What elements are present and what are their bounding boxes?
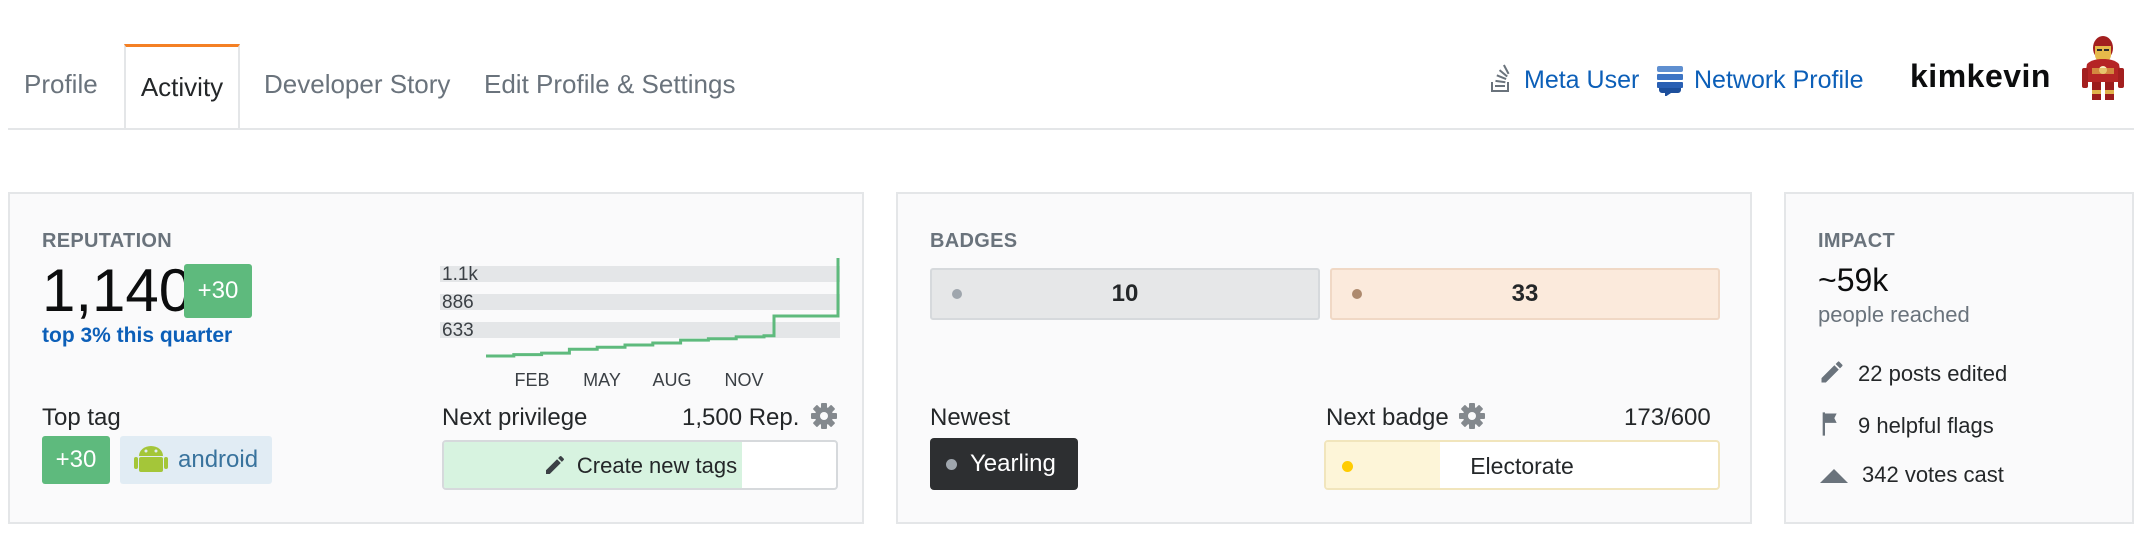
next-privilege-progress[interactable]: Create new tags xyxy=(442,440,838,490)
next-badge-progress-text: 173/600 xyxy=(1624,404,1711,431)
flag-icon xyxy=(1822,412,1837,436)
chart-grid-band xyxy=(440,322,840,338)
username: kimkevin xyxy=(1910,58,2051,94)
impact-stat-posts-edited: 22 posts edited xyxy=(1818,358,2007,387)
next-privilege-requirement: 1,500 Rep. xyxy=(682,404,800,431)
top-tag-label: Top tag xyxy=(42,404,121,431)
chart-x-tick-label: MAY xyxy=(583,370,621,390)
gear-icon[interactable] xyxy=(1458,402,1486,435)
chart-x-tick-label: AUG xyxy=(652,370,691,390)
top-tag-chip[interactable]: android xyxy=(120,436,272,484)
reputation-heading: REPUTATION xyxy=(42,230,173,252)
impact-stat-helpful-flags: 9 helpful flags xyxy=(1818,410,1994,439)
impact-value: ~59k xyxy=(1818,262,1889,298)
android-icon xyxy=(134,444,168,476)
gear-icon[interactable] xyxy=(810,402,838,435)
newest-badge-chip[interactable]: Yearling xyxy=(930,438,1078,490)
reputation-chart[interactable]: 1.1k 886 633 FEB MAY AUG NOV xyxy=(440,256,840,392)
up-arrow-icon xyxy=(1820,469,1848,483)
chart-grid-band xyxy=(440,294,840,310)
impact-stat-text: 22 posts edited xyxy=(1858,361,2008,386)
chart-y-tick-label: 633 xyxy=(442,320,474,341)
newest-badge-name: Yearling xyxy=(970,450,1056,477)
silver-badge-count-value: 10 xyxy=(1111,280,1139,307)
impact-card: IMPACT ~59k people reached 22 posts edit… xyxy=(1784,192,2134,524)
badges-heading: BADGES xyxy=(930,230,1018,252)
bronze-badge-count-value: 33 xyxy=(1511,280,1539,307)
newest-badge-label: Newest xyxy=(930,404,1011,431)
pencil-icon xyxy=(1821,361,1843,383)
silver-badge-icon xyxy=(946,459,957,470)
chart-y-tick-label: 886 xyxy=(442,292,474,313)
badges-card: BADGES 10 33 Newest Yearling Next badge xyxy=(896,192,1752,524)
silver-badge-icon xyxy=(952,289,962,299)
next-badge-label: Next badge xyxy=(1326,404,1449,431)
impact-stat-votes-cast: 342 votes cast xyxy=(1818,462,2004,488)
next-privilege-label: Next privilege xyxy=(442,404,588,431)
tab-activity[interactable]: Activity xyxy=(124,44,240,128)
reputation-value: 1,140 xyxy=(42,257,193,324)
reputation-change-badge: +30 xyxy=(184,264,252,318)
pencil-icon xyxy=(545,455,564,474)
silver-badge-count[interactable]: 10 xyxy=(930,268,1320,320)
stack-exchange-meta-icon xyxy=(1488,64,1512,99)
meta-user-link[interactable]: Meta User xyxy=(1524,66,1639,95)
impact-stat-text: 342 votes cast xyxy=(1862,462,2004,487)
impact-caption: people reached xyxy=(1818,302,1970,327)
tab-activity-label: Activity xyxy=(140,72,224,102)
chart-x-tick-label: NOV xyxy=(724,370,763,390)
chart-y-tick-label: 1.1k xyxy=(442,264,478,285)
impact-stat-text: 9 helpful flags xyxy=(1858,413,1994,438)
reputation-rank-link[interactable]: top 3% this quarter xyxy=(42,324,232,348)
tab-profile[interactable]: Profile xyxy=(24,69,98,100)
next-privilege-name: Create new tags xyxy=(576,453,738,478)
top-tag-name: android xyxy=(178,446,259,473)
tab-edit-profile[interactable]: Edit Profile & Settings xyxy=(484,69,735,100)
next-badge-progress[interactable]: Electorate xyxy=(1324,440,1720,490)
next-badge-name: Electorate xyxy=(1470,453,1574,479)
reputation-card: REPUTATION 1,140 +30 top 3% this quarter… xyxy=(8,192,864,524)
next-privilege-button-content: Create new tags xyxy=(444,453,836,479)
impact-heading: IMPACT xyxy=(1818,230,1895,252)
tab-developer-story[interactable]: Developer Story xyxy=(264,69,450,100)
top-tag-score: +30 xyxy=(42,436,110,484)
stack-exchange-network-icon xyxy=(1656,64,1684,101)
bronze-badge-icon xyxy=(1352,289,1362,299)
chart-grid-band xyxy=(440,266,840,282)
avatar-ironman-icon[interactable] xyxy=(2078,34,2128,107)
chart-x-tick-label: FEB xyxy=(514,370,549,390)
bronze-badge-count[interactable]: 33 xyxy=(1330,268,1720,320)
network-profile-link[interactable]: Network Profile xyxy=(1694,66,1864,95)
